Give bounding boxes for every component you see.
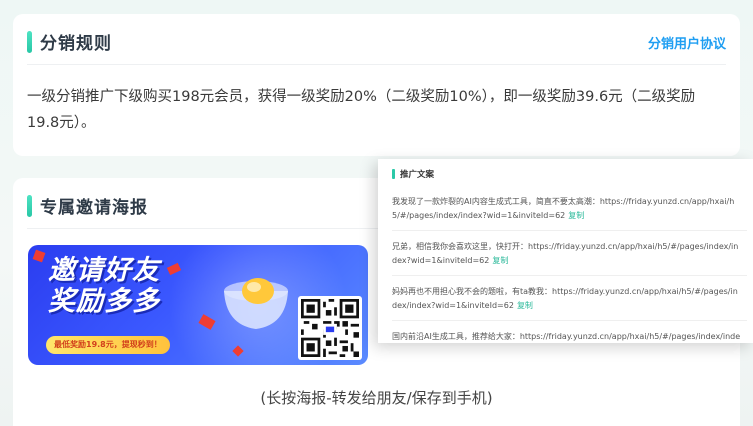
accent-bar [27, 194, 32, 217]
rules-description: 一级分销推广下级购买198元会员，获得一级奖励20%（二级奖励10%），即一级奖… [27, 89, 696, 131]
copy-button[interactable]: 复制 [492, 256, 508, 265]
distribution-rules-card: 分销规则 分销用户协议 一级分销推广下级购买198元会员，获得一级奖励20%（二… [13, 14, 740, 156]
promo-copy-panel: 推广文案 我发现了一款炸裂的AI内容生成式工具，简直不要太高潮：https://… [378, 159, 753, 343]
divider [392, 230, 747, 231]
promo-item: 我发现了一款炸裂的AI内容生成式工具，简直不要太高潮：https://frida… [392, 195, 742, 223]
promo-header: 推广文案 [392, 168, 434, 180]
rules-header: 分销规则 [27, 29, 112, 54]
promo-item: 兄弟，相信我你会喜欢这里，快打开：https://friday.yunzd.cn… [392, 240, 742, 268]
promo-item: 国内前沿AI生成工具，推荐给大家：https://friday.yunzd.cn… [392, 330, 742, 343]
copy-button[interactable]: 复制 [568, 211, 584, 220]
trophy-bowl-icon [224, 278, 288, 329]
promo-item-text: 国内前沿AI生成工具，推荐给大家：https://friday.yunzd.cn… [392, 332, 741, 341]
decor-shape [32, 249, 46, 263]
poster-save-hint: (长按海报-转发给朋友/保存到手机) [260, 389, 493, 407]
poster-headline-line: 邀请好友 [48, 255, 160, 286]
promo-title: 推广文案 [400, 170, 435, 180]
divider [392, 275, 747, 276]
promo-item-text: 妈妈再也不用担心我不会的题啦，有ta教我：https://friday.yunz… [392, 287, 738, 310]
poster-section-title: 专属邀请海报 [40, 198, 148, 218]
poster-header: 专属邀请海报 [27, 193, 148, 218]
divider [392, 320, 747, 321]
rules-title: 分销规则 [40, 34, 112, 54]
accent-bar [392, 169, 395, 179]
promo-item: 妈妈再也不用担心我不会的题啦，有ta教我：https://friday.yunz… [392, 285, 742, 313]
divider [27, 64, 726, 65]
poster-headline: 邀请好友 奖励多多 [48, 255, 198, 317]
qr-code [298, 296, 362, 360]
poster-headline-line: 奖励多多 [48, 286, 160, 317]
poster-reward-badge: 最低奖励19.8元，提现秒到！ [46, 336, 170, 354]
copy-button[interactable]: 复制 [517, 301, 533, 310]
invite-poster-image[interactable]: 邀请好友 奖励多多 最低奖励19.8元，提现秒到！ [28, 245, 368, 365]
promo-item-text: 兄弟，相信我你会喜欢这里，快打开：https://friday.yunzd.cn… [392, 242, 739, 265]
promo-item-text: 我发现了一款炸裂的AI内容生成式工具，简直不要太高潮：https://frida… [392, 197, 735, 220]
distribution-agreement-link[interactable]: 分销用户协议 [648, 33, 726, 52]
accent-bar [27, 30, 32, 53]
